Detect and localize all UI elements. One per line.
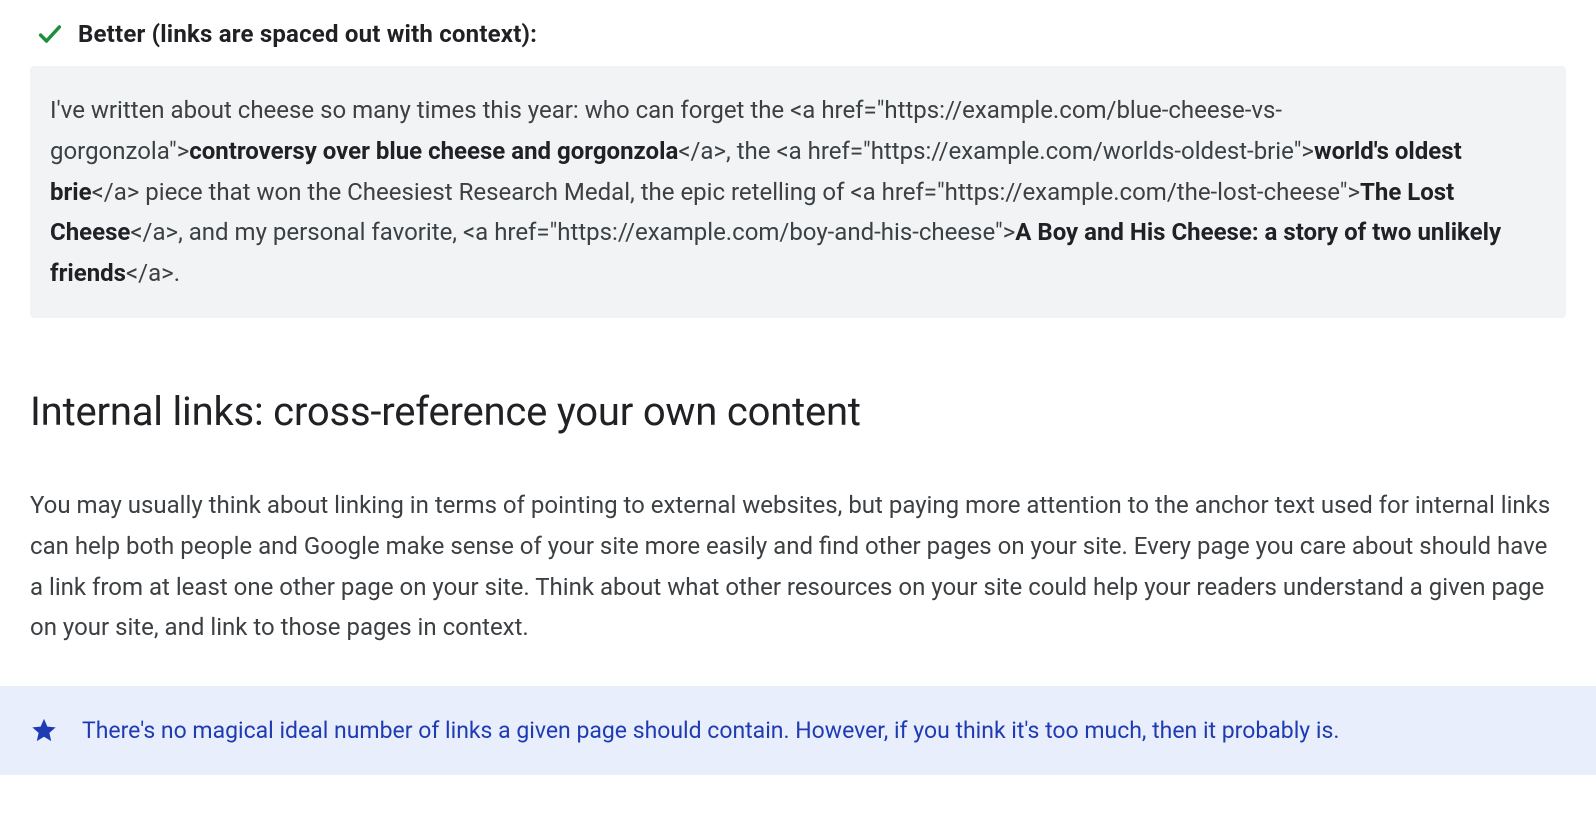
code-example-box: I've written about cheese so many times … bbox=[30, 66, 1566, 318]
code-text: </a>. bbox=[126, 259, 180, 287]
star-icon bbox=[30, 716, 58, 744]
code-bold-link-1: controversy over blue cheese and gorgonz… bbox=[189, 137, 678, 165]
better-label-text: Better (links are spaced out with contex… bbox=[78, 20, 537, 48]
note-box: There's no magical ideal number of links… bbox=[0, 686, 1596, 775]
check-icon bbox=[36, 20, 64, 48]
section-heading: Internal links: cross-reference your own… bbox=[30, 388, 1566, 435]
better-label-row: Better (links are spaced out with contex… bbox=[36, 20, 1566, 48]
section-body-text: You may usually think about linking in t… bbox=[30, 485, 1566, 648]
note-text: There's no magical ideal number of links… bbox=[82, 714, 1339, 749]
code-text: </a>, the <a href="https://example.com/w… bbox=[678, 137, 1314, 165]
code-text: </a> piece that won the Cheesiest Resear… bbox=[92, 178, 1360, 206]
code-text: </a>, and my personal favorite, <a href=… bbox=[130, 218, 1015, 246]
